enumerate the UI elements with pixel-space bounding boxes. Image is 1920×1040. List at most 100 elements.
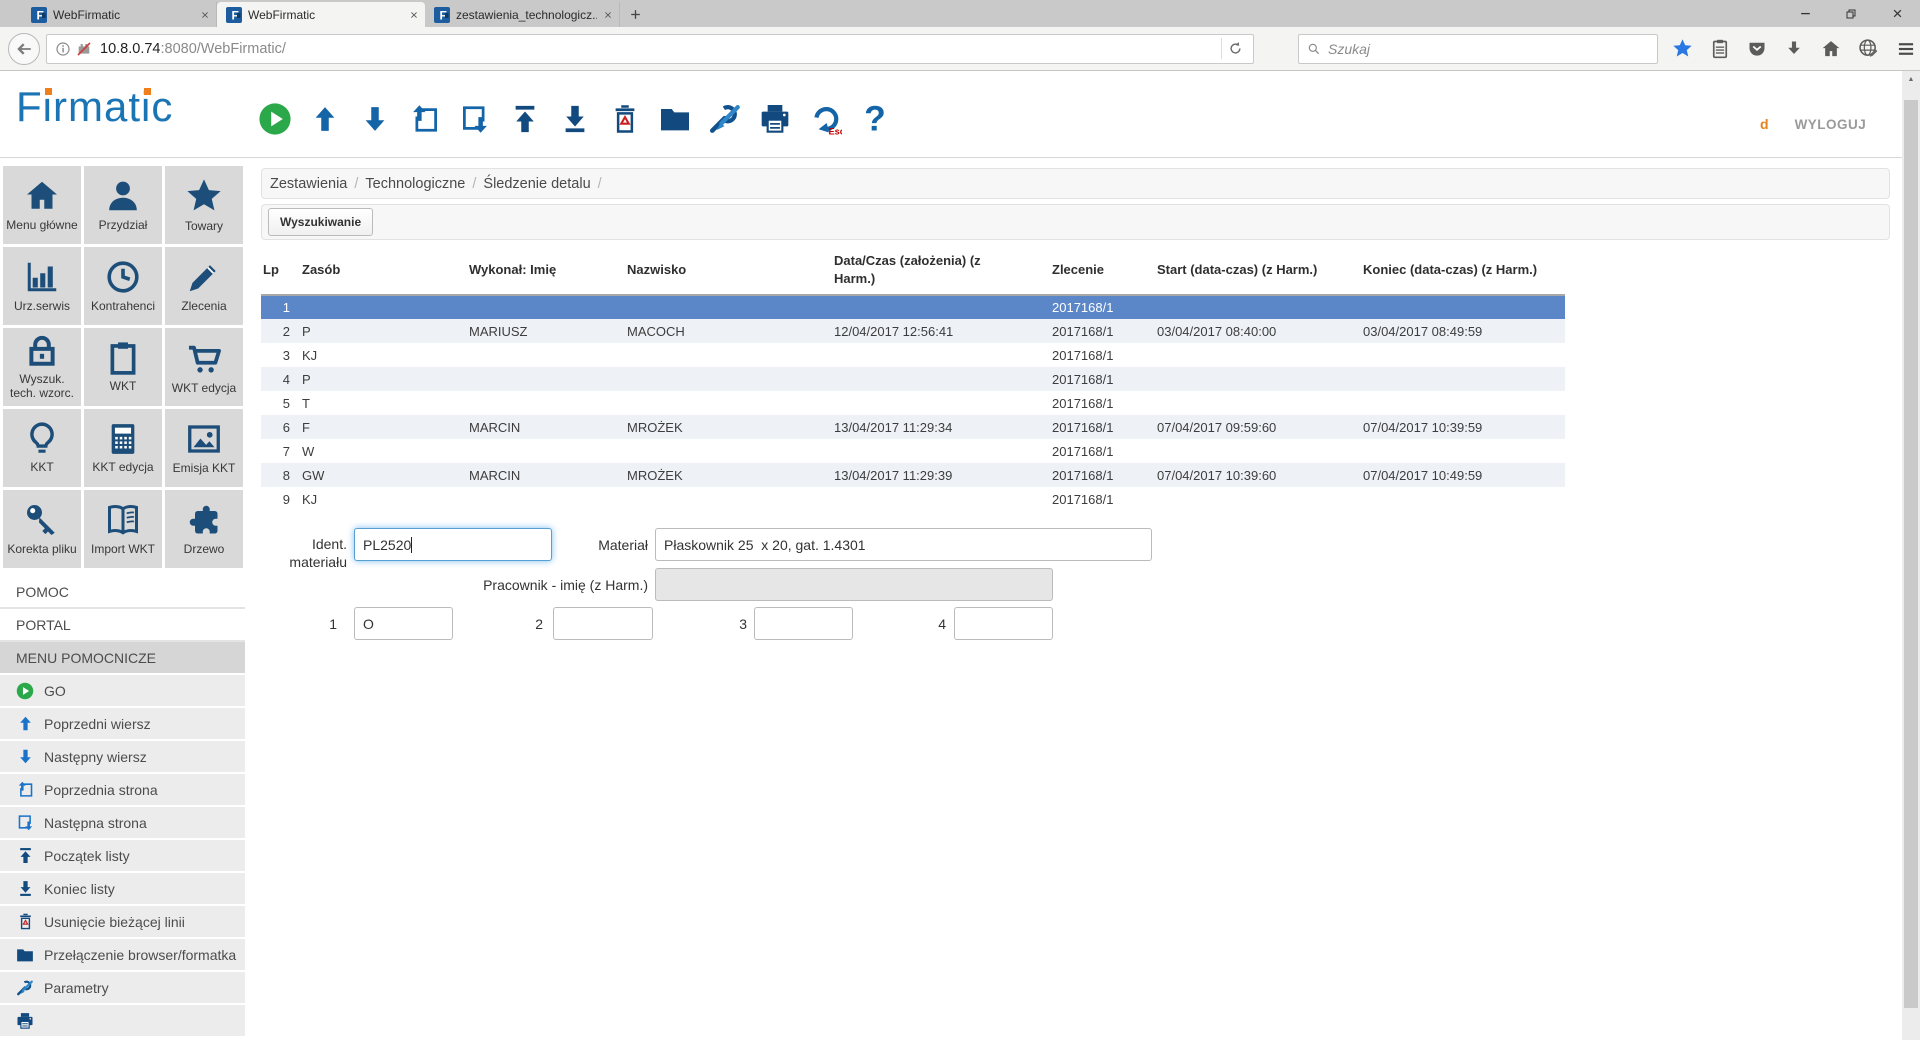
extension-globe-icon[interactable]	[1858, 38, 1879, 59]
menu-item-poprzednia-strona[interactable]: Poprzednia strona	[0, 774, 245, 807]
trash-recycle-icon	[610, 104, 640, 134]
sidebar-section-menu-pomocnicze[interactable]: MENU POMOCNICZE	[0, 642, 245, 675]
table-row[interactable]: 3KJ2017168/1	[261, 343, 1565, 367]
table-row[interactable]: 4P2017168/1	[261, 367, 1565, 391]
back-button[interactable]	[8, 33, 40, 65]
tab-close-icon[interactable]	[603, 10, 613, 20]
menu-item-nastepny-wiersz[interactable]: Następny wiersz	[0, 741, 245, 774]
switch-browser-form-button[interactable]	[658, 102, 692, 136]
sidebar-tile-kkt[interactable]: KKT	[3, 409, 81, 487]
sidebar-section-portal[interactable]: PORTAL	[0, 609, 245, 642]
tools-icon	[708, 102, 742, 136]
help-button[interactable]	[858, 102, 892, 136]
bookmark-star-icon[interactable]	[1672, 38, 1693, 59]
next-page-button[interactable]	[458, 102, 492, 136]
sidebar-tile-urz-serwis[interactable]: Urz.serwis	[3, 247, 81, 325]
pocket-icon[interactable]	[1747, 39, 1767, 59]
menu-item-koniec-listy[interactable]: Koniec listy	[0, 873, 245, 906]
detail-tracking-table: Lp Zasób Wykonał: Imię Nazwisko Data/Cza…	[261, 248, 1565, 511]
sidebar-tile-kontrahenci[interactable]: Kontrahenci	[84, 247, 162, 325]
table-row[interactable]: 2PMARIUSZMACOCH12/04/2017 12:56:41201716…	[261, 319, 1565, 343]
minimize-button[interactable]	[1782, 0, 1828, 27]
browser-nav-bar: 10.8.0.74:8080/WebFirmatic/	[0, 27, 1920, 71]
table-row[interactable]: 7W2017168/1	[261, 439, 1565, 463]
reading-list-icon[interactable]	[1710, 39, 1730, 59]
sidebar-tile-wkt-edycja[interactable]: WKT edycja	[165, 328, 243, 406]
breadcrumb-technologiczne[interactable]: Technologiczne	[365, 176, 465, 192]
table-row[interactable]: 5T2017168/1	[261, 391, 1565, 415]
ident-materialu-input[interactable]	[354, 528, 552, 561]
table-row[interactable]: 9KJ2017168/1	[261, 487, 1565, 511]
tab-close-icon[interactable]	[200, 10, 210, 20]
new-tab-button[interactable]	[620, 2, 650, 27]
breadcrumb-zestawienia[interactable]: Zestawienia	[270, 176, 347, 192]
print-button[interactable]	[758, 102, 792, 136]
menu-item-poczatek-listy[interactable]: Początek listy	[0, 840, 245, 873]
field-4-input[interactable]	[954, 607, 1053, 640]
browser-search-input[interactable]	[1328, 41, 1649, 57]
field-3-label: 3	[727, 615, 747, 633]
browser-tab-1[interactable]: WebFirmatic	[22, 2, 217, 27]
scrollbar-thumb[interactable]	[1904, 100, 1918, 1008]
downloads-icon[interactable]	[1784, 39, 1804, 59]
sidebar-tile-menu-glowne[interactable]: Menu główne	[3, 166, 81, 244]
close-button[interactable]	[1874, 0, 1920, 27]
scrollbar-up-arrow[interactable]: ▲	[1902, 71, 1920, 88]
logout-button[interactable]: WYLOGUJ	[1795, 117, 1867, 132]
sidebar-tile-zlecenia[interactable]: Zlecenia	[165, 247, 243, 325]
sidebar-section-pomoc[interactable]: POMOC	[0, 576, 245, 609]
table-row-selected[interactable]: 12017168/1	[261, 295, 1565, 319]
next-row-button[interactable]	[358, 102, 392, 136]
go-button[interactable]	[258, 102, 292, 136]
folder-icon	[16, 946, 34, 964]
trash-recycle-icon	[17, 913, 34, 930]
list-bottom-icon	[17, 880, 34, 897]
escape-button[interactable]	[808, 102, 842, 136]
menu-item-nastepna-strona[interactable]: Następna strona	[0, 807, 245, 840]
search-bar[interactable]	[1298, 34, 1658, 64]
url-bar[interactable]: 10.8.0.74:8080/WebFirmatic/	[46, 34, 1254, 64]
sidebar-tile-import-wkt[interactable]: Import WKT	[84, 490, 162, 568]
menu-item-go[interactable]: GO	[0, 675, 245, 708]
sidebar-tile-wkt[interactable]: WKT	[84, 328, 162, 406]
material-input[interactable]	[655, 528, 1152, 561]
menu-item-usuniecie-biezacej-linii[interactable]: Usunięcie bieżącej linii	[0, 906, 245, 939]
menu-item-parametry[interactable]: Parametry	[0, 972, 245, 1005]
menu-item-przelaczenie-browser-formatka[interactable]: Przełączenie browser/formatka	[0, 939, 245, 972]
sidebar-tile-korekta-pliku[interactable]: Korekta pliku	[3, 490, 81, 568]
logo-dot	[144, 88, 151, 95]
go-play-icon	[258, 102, 292, 136]
tab-title: WebFirmatic	[53, 8, 194, 22]
home-icon[interactable]	[1821, 39, 1841, 59]
parameters-button[interactable]	[708, 102, 742, 136]
site-info-icon[interactable]	[55, 41, 71, 57]
previous-page-button[interactable]	[408, 102, 442, 136]
table-row[interactable]: 6FMARCINMROŻEK13/04/2017 11:29:342017168…	[261, 415, 1565, 439]
browser-tab-2-active[interactable]: WebFirmatic	[217, 2, 425, 27]
end-of-list-button[interactable]	[558, 102, 592, 136]
tab-close-icon[interactable]	[409, 10, 419, 20]
sidebar-tile-emisja-kkt[interactable]: Emisja KKT	[165, 409, 243, 487]
field-2-input[interactable]	[553, 607, 653, 640]
previous-row-button[interactable]	[308, 102, 342, 136]
field-3-input[interactable]	[754, 607, 853, 640]
field-1-input[interactable]	[354, 607, 453, 640]
menu-item-poprzedni-wiersz[interactable]: Poprzedni wiersz	[0, 708, 245, 741]
plugin-blocked-icon[interactable]	[76, 41, 92, 57]
reload-button[interactable]	[1221, 38, 1249, 59]
menu-item-partial[interactable]	[0, 1005, 245, 1038]
sidebar-tile-przydzial[interactable]: Przydział	[84, 166, 162, 244]
sidebar-tile-towary[interactable]: Towary	[165, 166, 243, 244]
start-of-list-button[interactable]	[508, 102, 542, 136]
wyszukiwanie-button[interactable]: Wyszukiwanie	[268, 208, 373, 236]
url-text[interactable]: 10.8.0.74:8080/WebFirmatic/	[100, 41, 1221, 57]
breadcrumb-sledzenie-detalu[interactable]: Śledzenie detalu	[483, 176, 590, 192]
sidebar-tile-drzewo[interactable]: Drzewo	[165, 490, 243, 568]
browser-tab-3[interactable]: zestawienia_technologicz...	[425, 2, 620, 27]
table-row[interactable]: 8GWMARCINMROŻEK13/04/2017 11:29:39201716…	[261, 463, 1565, 487]
delete-current-line-button[interactable]	[608, 102, 642, 136]
sidebar-tile-wyszuk-tech-wzorc[interactable]: Wyszuk. tech. wzorc.	[3, 328, 81, 406]
restore-button[interactable]	[1828, 0, 1874, 27]
menu-hamburger-icon[interactable]	[1896, 39, 1916, 59]
sidebar-tile-kkt-edycja[interactable]: KKT edycja	[84, 409, 162, 487]
